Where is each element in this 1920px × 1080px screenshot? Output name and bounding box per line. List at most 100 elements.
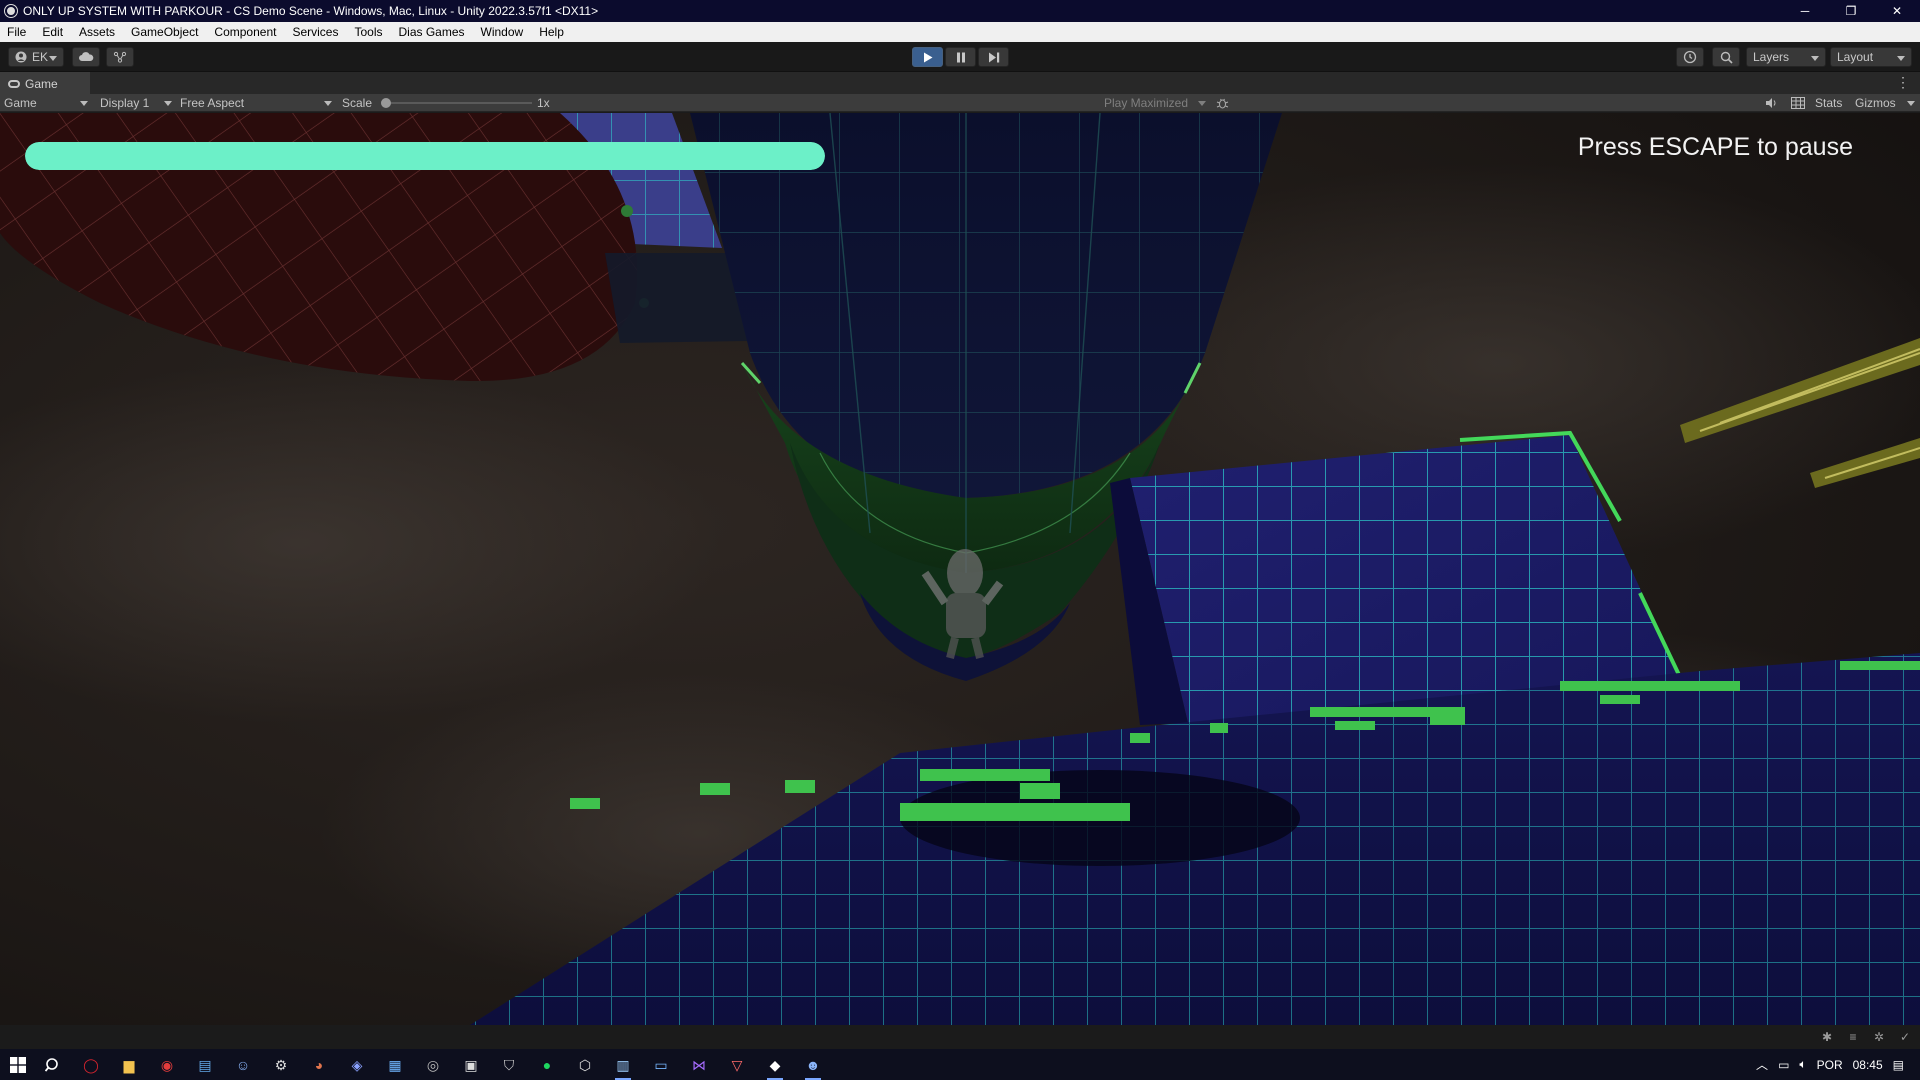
game-scene-render xyxy=(0,113,1920,1025)
cloud-icon xyxy=(79,52,94,61)
collab-button[interactable] xyxy=(106,47,134,67)
layers-dropdown[interactable]: Layers xyxy=(1746,47,1826,67)
menu-window[interactable]: Window xyxy=(473,25,532,39)
player-health-bar xyxy=(25,142,825,170)
unity-icon[interactable]: ⬡ xyxy=(574,1054,596,1076)
chevron-down-icon xyxy=(1907,101,1915,106)
record-app-icon[interactable]: ◉ xyxy=(156,1054,178,1076)
account-dropdown[interactable]: EK xyxy=(8,47,64,67)
health-bar-fill xyxy=(25,142,825,170)
chevron-down-icon xyxy=(324,101,332,106)
terminal-icon[interactable]: ▣ xyxy=(460,1054,482,1076)
spotify-icon[interactable]: ● xyxy=(536,1054,558,1076)
visual-studio-icon[interactable]: ⋈ xyxy=(688,1054,710,1076)
checkmark-icon[interactable]: ✓ xyxy=(1898,1030,1912,1044)
window-titlebar: ONLY UP SYSTEM WITH PARKOUR - CS Demo Sc… xyxy=(0,0,1920,22)
progress-icon[interactable]: ✱ xyxy=(1820,1030,1834,1044)
scale-slider-handle[interactable] xyxy=(381,98,391,108)
windows-start-icon[interactable] xyxy=(7,1054,29,1076)
restore-button[interactable]: ❐ xyxy=(1828,0,1874,22)
chrome-icon[interactable]: ◎ xyxy=(422,1054,444,1076)
bug-icon xyxy=(1216,98,1229,108)
layers-label: Layers xyxy=(1753,50,1790,64)
history-button[interactable] xyxy=(1676,47,1704,67)
main-toolbar: EK Layers Layout xyxy=(0,42,1920,72)
search-icon xyxy=(1720,51,1733,64)
menu-assets[interactable]: Assets xyxy=(71,25,123,39)
gamepad-icon xyxy=(8,80,20,88)
vivaldi-icon[interactable]: ▽ xyxy=(726,1054,748,1076)
menu-component[interactable]: Component xyxy=(206,25,284,39)
discord-icon[interactable]: ☺ xyxy=(232,1054,254,1076)
step-icon xyxy=(988,52,999,62)
store-icon[interactable]: ▦ xyxy=(384,1054,406,1076)
menu-services[interactable]: Services xyxy=(284,25,346,39)
network-icon[interactable]: ▭ xyxy=(1778,1058,1789,1072)
menu-dias-games[interactable]: Dias Games xyxy=(390,25,472,39)
mute-audio-button[interactable] xyxy=(1765,94,1778,112)
game-viewport[interactable]: Press ESCAPE to pause xyxy=(0,113,1920,1025)
play-mode-select[interactable]: Play Maximized xyxy=(1104,94,1208,112)
layout-dropdown[interactable]: Layout xyxy=(1830,47,1912,67)
debug-button[interactable] xyxy=(1216,94,1229,112)
layout-label: Layout xyxy=(1837,50,1874,64)
unity-editor-icon[interactable]: ◆ xyxy=(764,1054,786,1080)
step-button[interactable] xyxy=(978,47,1009,67)
account-icon xyxy=(15,51,27,63)
menu-tools[interactable]: Tools xyxy=(346,25,390,39)
chevron-down-icon xyxy=(1198,101,1206,106)
cloud-button[interactable] xyxy=(72,47,100,67)
opera-browser-icon[interactable]: ◯ xyxy=(80,1054,102,1076)
pause-button[interactable] xyxy=(945,47,976,67)
database-icon[interactable]: ≡ xyxy=(1846,1030,1860,1044)
shield-icon[interactable]: ⛉ xyxy=(498,1054,520,1076)
file-explorer-icon[interactable]: ▆ xyxy=(118,1054,140,1076)
language-indicator[interactable]: POR xyxy=(1817,1058,1843,1072)
menu-gameobject[interactable]: GameObject xyxy=(123,25,206,39)
stats-button[interactable]: Stats xyxy=(1815,94,1842,112)
search-icon[interactable] xyxy=(42,1054,64,1076)
menu-bar: File Edit Assets GameObject Component Se… xyxy=(0,22,1920,42)
debug-toggle-icon[interactable]: ✲ xyxy=(1872,1030,1886,1044)
volume-icon[interactable]: 🔈︎ xyxy=(1799,1057,1806,1072)
unity-hub-icon[interactable]: ◈ xyxy=(346,1054,368,1076)
menu-help[interactable]: Help xyxy=(531,25,572,39)
display-select[interactable]: Display 1 xyxy=(100,94,172,112)
close-button[interactable]: ✕ xyxy=(1874,0,1920,22)
tab-game-label: Game xyxy=(25,77,58,91)
mail-app-icon[interactable]: ▤ xyxy=(194,1054,216,1076)
window-title: ONLY UP SYSTEM WITH PARKOUR - CS Demo Sc… xyxy=(23,4,599,18)
notepad-icon[interactable]: ▥ xyxy=(612,1054,634,1080)
clock[interactable]: 08:45 xyxy=(1853,1058,1883,1072)
windows-taskbar: ◯ ▆ ◉ ▤ ☺ ⚙ ◕ ◈ ▦ ◎ ▣ ⛉ ● ⬡ ▥ ▭ ⋈ ▽ ◆ ☻ … xyxy=(0,1049,1920,1080)
play-button[interactable] xyxy=(912,47,943,67)
chevron-down-icon xyxy=(164,101,172,106)
unity-logo-icon xyxy=(5,5,17,17)
tab-game[interactable]: Game xyxy=(0,72,90,94)
view-select-label: Game xyxy=(4,96,37,110)
pause-icon xyxy=(956,52,965,62)
search-button[interactable] xyxy=(1712,47,1740,67)
chevron-down-icon xyxy=(80,101,88,106)
editor-status-bar: ✱ ≡ ✲ ✓ xyxy=(0,1025,1920,1049)
scale-label: Scale xyxy=(342,96,373,110)
app-icon-orange[interactable]: ◕ xyxy=(308,1054,330,1076)
aspect-select-label: Free Aspect xyxy=(180,96,245,110)
minimize-button[interactable]: ─ xyxy=(1782,0,1828,22)
menu-file[interactable]: File xyxy=(0,25,34,39)
history-icon xyxy=(1683,50,1697,64)
tab-options-icon[interactable]: ⋮ xyxy=(1896,75,1910,89)
menu-edit[interactable]: Edit xyxy=(34,25,71,39)
game-tab-bar: Game ⋮ xyxy=(0,72,1920,94)
discord-running-icon[interactable]: ☻ xyxy=(802,1054,824,1080)
display-select-label: Display 1 xyxy=(100,96,150,110)
notifications-icon[interactable]: ▤ xyxy=(1893,1058,1904,1072)
settings-gear-icon[interactable]: ⚙ xyxy=(270,1054,292,1076)
view-select[interactable]: Game xyxy=(4,94,90,112)
aspect-select[interactable]: Free Aspect xyxy=(180,94,332,112)
gizmos-dropdown[interactable]: Gizmos xyxy=(1855,94,1915,112)
keyboard-icon[interactable]: ▭ xyxy=(650,1054,672,1076)
chevron-up-icon[interactable]: ︿ xyxy=(1756,1056,1768,1073)
scale-slider-track[interactable] xyxy=(386,102,532,104)
grid-toggle-button[interactable] xyxy=(1791,94,1805,112)
